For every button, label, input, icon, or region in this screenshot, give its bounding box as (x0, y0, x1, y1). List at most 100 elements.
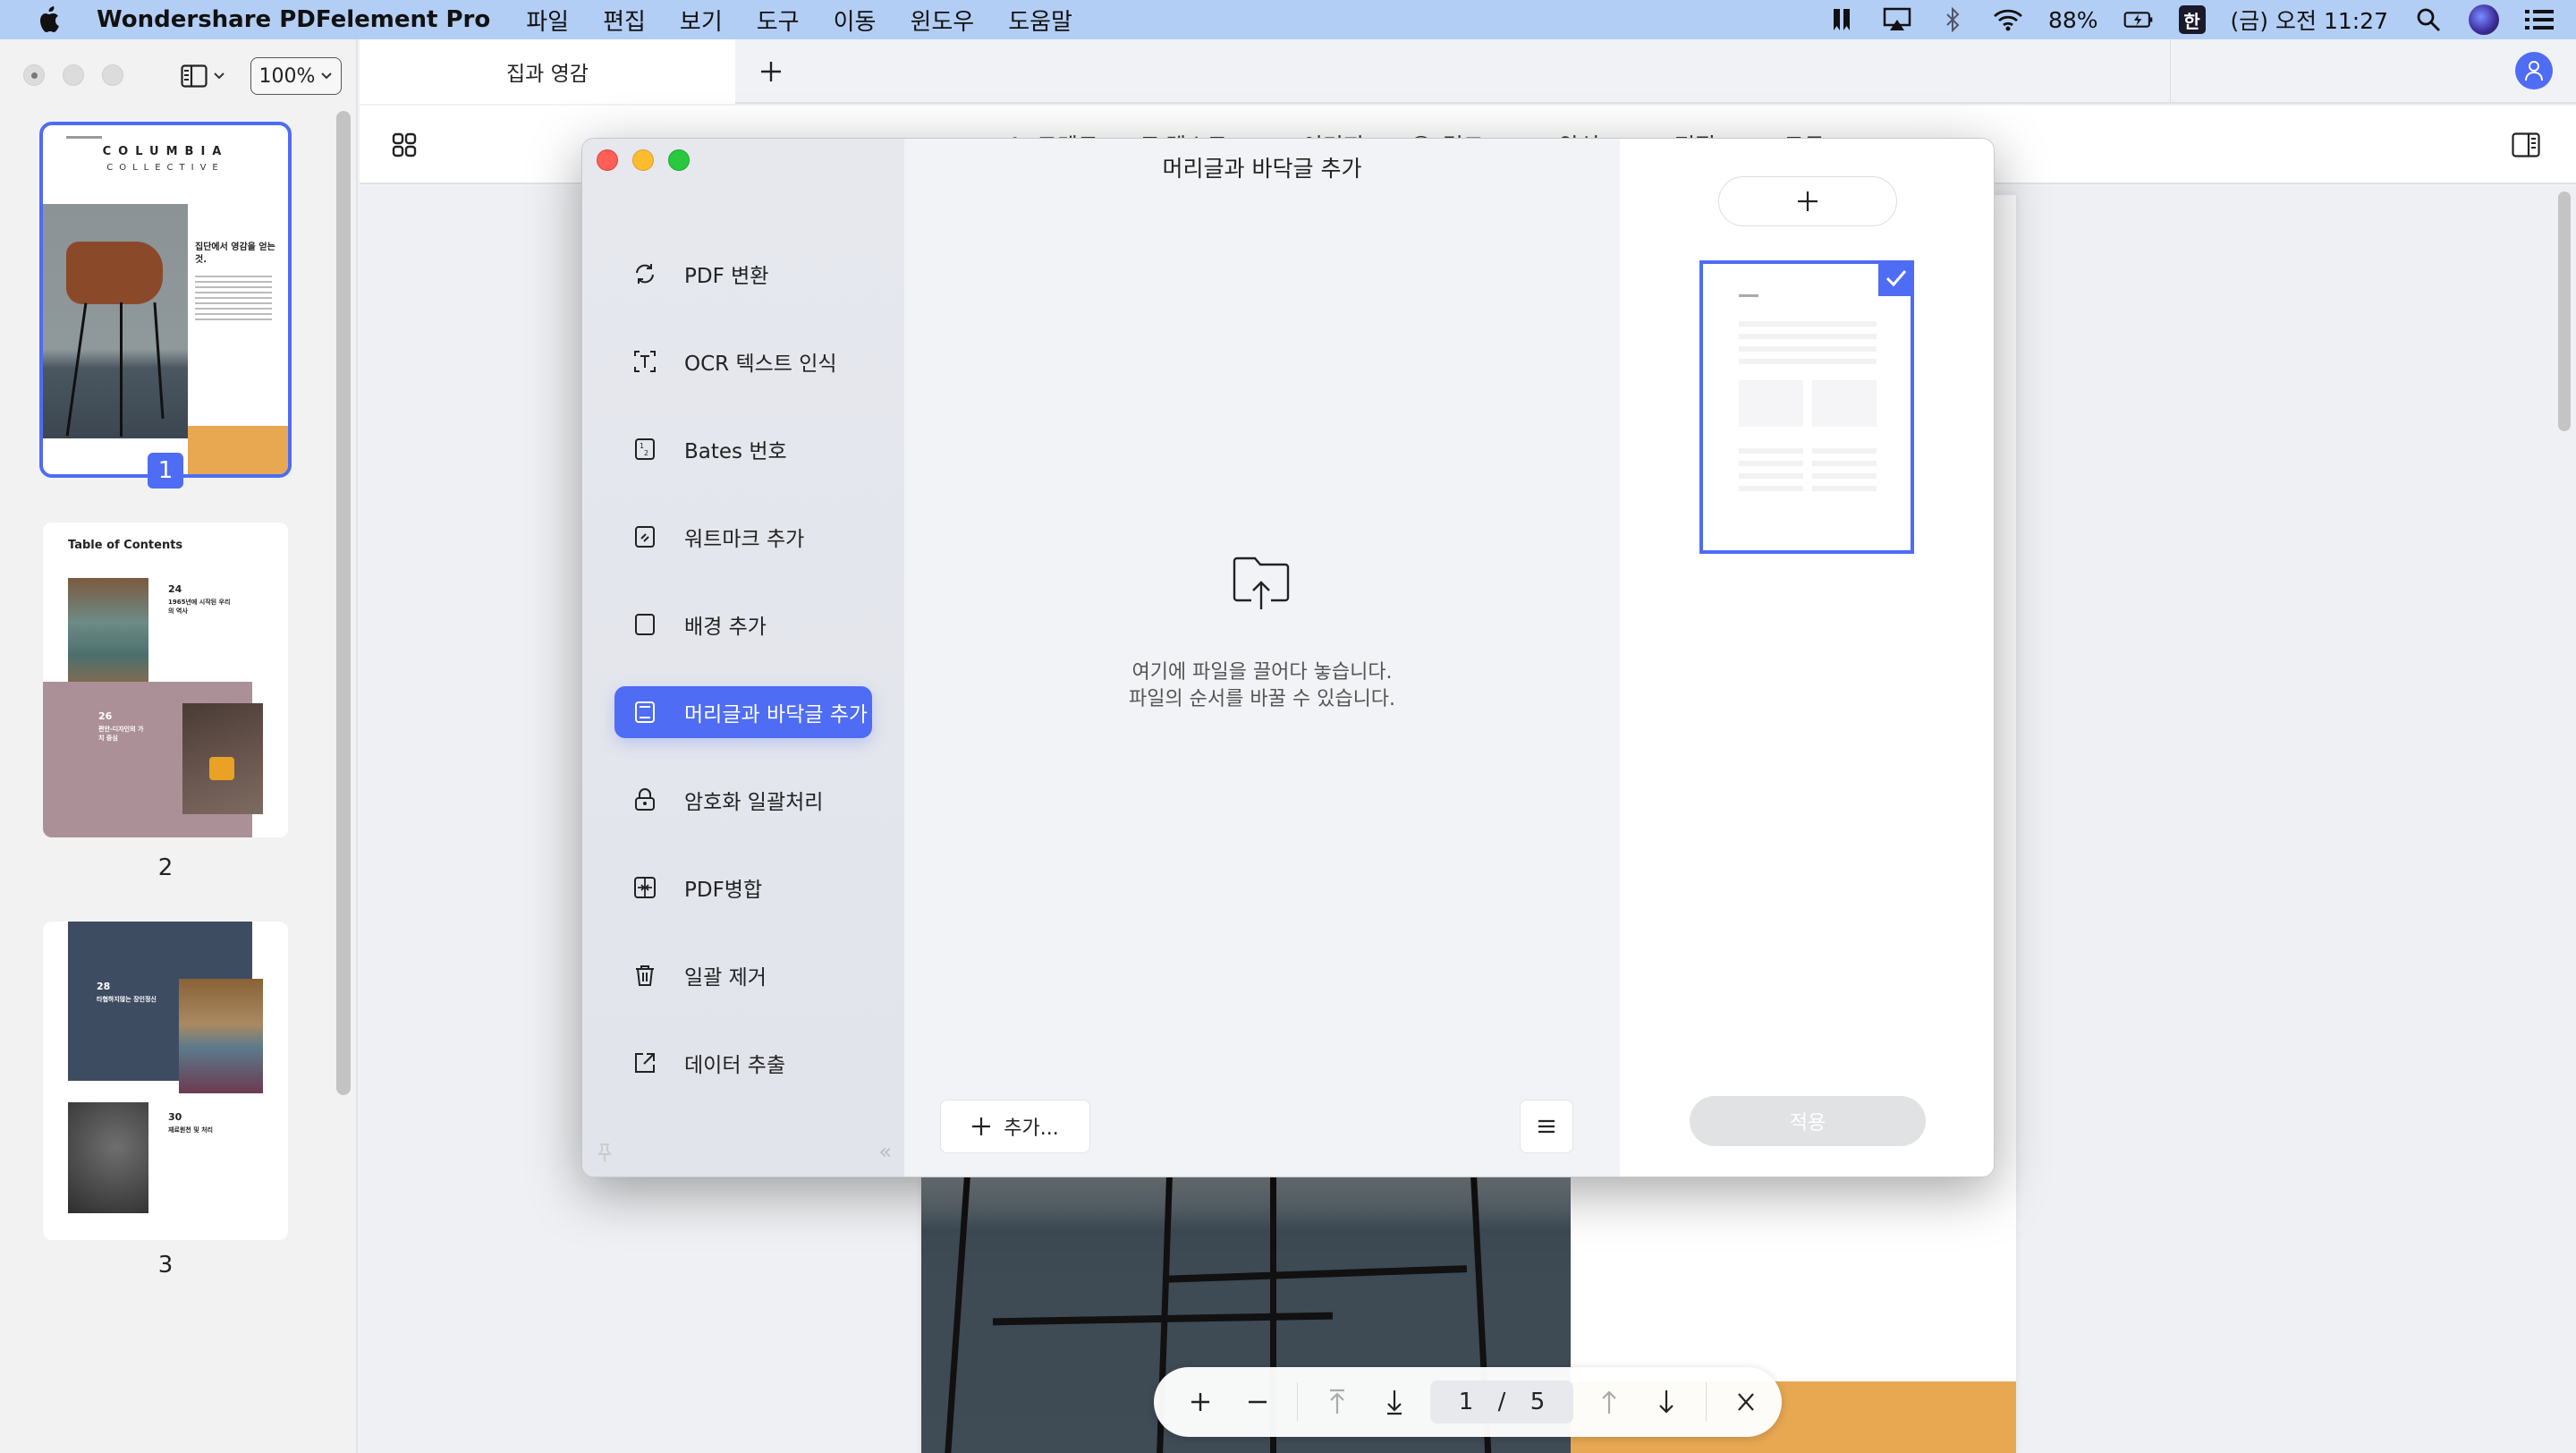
page-separator: / (1497, 1389, 1506, 1415)
add-files-button[interactable]: 추가... (940, 1100, 1090, 1153)
dialog-sidebar: PDF 변환 OCR 텍스트 인식 12 Bates 번호 워트마크 추가 배경… (582, 139, 904, 1177)
list-menu-button[interactable] (1520, 1100, 1573, 1153)
template-line (1739, 346, 1877, 352)
page-indicator[interactable]: 1 / 5 (1430, 1381, 1573, 1423)
dialog-menu-merge[interactable]: PDF병합 (614, 862, 872, 913)
notification-center-icon[interactable] (2524, 6, 2555, 33)
arrow-to-top-icon (1330, 1389, 1344, 1414)
collapse-sidebar-icon[interactable]: « (878, 1139, 892, 1164)
pin-icon[interactable] (597, 1143, 613, 1162)
menubar-clock[interactable]: (금) 오전 11:27 (2231, 4, 2388, 36)
page-number-3[interactable]: 3 (148, 1247, 183, 1283)
plus-icon (1798, 191, 1818, 211)
menu-edit[interactable]: 편집 (603, 4, 646, 37)
apple-menu-icon[interactable] (38, 4, 64, 35)
sidebar-toggle-button[interactable] (181, 63, 233, 89)
page-thumbnail-1[interactable]: COLUMBIA COLLECTIVE 집단에서 영감을 얻는것. (39, 122, 292, 478)
thumb-entry-title: 편안-디자인의 가치 중심 (98, 726, 144, 742)
drop-zone-instructions[interactable]: 여기에 파일을 끌어다 놓습니다. 파일의 순서를 바꿀 수 있습니다. (904, 659, 1620, 713)
template-line (1812, 473, 1877, 479)
dialog-menu-header-footer[interactable]: 머리글과 바닥글 추가 (614, 686, 872, 738)
sidebar-layout-icon (181, 64, 208, 88)
input-method-badge[interactable]: 한 (2178, 5, 2206, 34)
template-line (1812, 486, 1877, 491)
template-line (1812, 448, 1877, 454)
dialog-menu-background[interactable]: 배경 추가 (614, 599, 872, 650)
menu-file[interactable]: 파일 (526, 4, 569, 37)
document-scrollbar[interactable] (2558, 191, 2571, 431)
close-window-button[interactable] (23, 64, 45, 86)
plus-icon (972, 1117, 991, 1135)
bates-number-icon: 12 (632, 437, 657, 462)
dialog-menu-encrypt[interactable]: 암호화 일괄처리 (614, 774, 872, 826)
thumb-entry-num: 30 (168, 1111, 182, 1123)
dialog-menu-label: 머리글과 바닥글 추가 (684, 703, 869, 726)
dialog-menu-watermark[interactable]: 워트마크 추가 (614, 511, 872, 563)
template-image-block (1812, 380, 1877, 427)
thumb-entry-num: 28 (97, 981, 111, 992)
merge-icon (632, 875, 657, 900)
thumb-small-text (66, 136, 102, 139)
zoom-window-button[interactable] (102, 64, 123, 86)
page-thumbnail-2[interactable]: Table of Contents 24 1965년에 시작된 우리의 역사 2… (43, 523, 288, 837)
app-name-menu[interactable]: Wondershare PDFelement Pro (97, 6, 490, 33)
dialog-menu-batch-remove[interactable]: 일괄 제거 (614, 949, 872, 1001)
page-grid-view-button[interactable] (392, 132, 419, 159)
menu-go[interactable]: 이동 (834, 4, 877, 37)
drop-text-line-1: 여기에 파일을 끌어다 놓습니다. (1131, 661, 1393, 684)
folder-upload-icon (1232, 556, 1292, 611)
menu-tools[interactable]: 도구 (757, 4, 800, 37)
dialog-menu-pdf-convert[interactable]: PDF 변환 (614, 248, 872, 300)
add-template-button[interactable] (1718, 176, 1897, 226)
wifi-icon[interactable] (1993, 6, 2023, 33)
nav-divider (1297, 1382, 1298, 1422)
dialog-menu-ocr[interactable]: OCR 텍스트 인식 (614, 336, 872, 387)
thumb-headline: 집단에서 영감을 얻는것. (195, 242, 275, 265)
arrow-down-icon (1659, 1390, 1674, 1414)
right-panel-toggle-button[interactable] (2512, 132, 2540, 157)
header-footer-template-card[interactable] (1699, 260, 1914, 554)
next-page-button[interactable] (1638, 1375, 1695, 1429)
dialog-menu-bates[interactable]: 12 Bates 번호 (614, 423, 872, 475)
dialog-menu-data-extract[interactable]: 데이터 추출 (614, 1037, 872, 1089)
user-avatar-button[interactable] (2515, 52, 2553, 89)
airplay-icon[interactable] (1882, 6, 1912, 33)
add-files-label: 추가... (1004, 1117, 1059, 1140)
battery-charging-icon[interactable] (2123, 6, 2154, 33)
close-navigation-button[interactable] (1717, 1375, 1775, 1429)
arrow-to-bottom-icon (1387, 1390, 1402, 1415)
siri-icon[interactable] (2469, 4, 2499, 35)
new-tab-button[interactable] (753, 54, 789, 89)
last-page-button[interactable] (1366, 1375, 1423, 1429)
page-number-1[interactable]: 1 (148, 453, 183, 489)
menu-window[interactable]: 윈도우 (910, 4, 974, 37)
tab-document[interactable]: 집과 영감 (360, 39, 735, 104)
sidebar-scrollbar[interactable] (336, 111, 351, 1095)
current-page-input[interactable]: 1 (1459, 1389, 1474, 1415)
zoom-out-button[interactable] (1229, 1375, 1286, 1429)
dialog-zoom-button[interactable] (668, 149, 690, 171)
bluetooth-icon[interactable] (1937, 6, 1968, 33)
thumb-toc-heading: Table of Contents (68, 539, 183, 552)
spotlight-search-icon[interactable] (2413, 6, 2444, 33)
zoom-level-select[interactable]: 100% (250, 57, 342, 95)
tab-title: 집과 영감 (506, 63, 589, 86)
user-icon (2525, 61, 2543, 81)
thumb-yellow-chair-photo (182, 703, 263, 814)
chevron-down-icon (321, 72, 333, 80)
dialog-minimize-button[interactable] (632, 149, 654, 171)
thumb-brand-title: COLUMBIA (102, 145, 229, 158)
dialog-menu-label: 워트마크 추가 (684, 528, 805, 551)
page-thumbnail-3[interactable]: 28 타협하지않는 장인정신 30 재료원천 및 처리 (43, 922, 288, 1240)
grid-icon (392, 132, 417, 157)
page-number-2[interactable]: 2 (148, 850, 183, 886)
previous-page-button[interactable] (1580, 1375, 1638, 1429)
menu-view[interactable]: 보기 (680, 4, 723, 37)
dialog-close-button[interactable] (597, 149, 618, 171)
bookmark-status-icon[interactable] (1826, 6, 1857, 33)
apply-button[interactable]: 적용 (1690, 1096, 1926, 1146)
minimize-window-button[interactable] (63, 64, 84, 86)
zoom-in-button[interactable] (1172, 1375, 1229, 1429)
menu-help[interactable]: 도움말 (1008, 4, 1072, 37)
first-page-button[interactable] (1309, 1375, 1366, 1429)
